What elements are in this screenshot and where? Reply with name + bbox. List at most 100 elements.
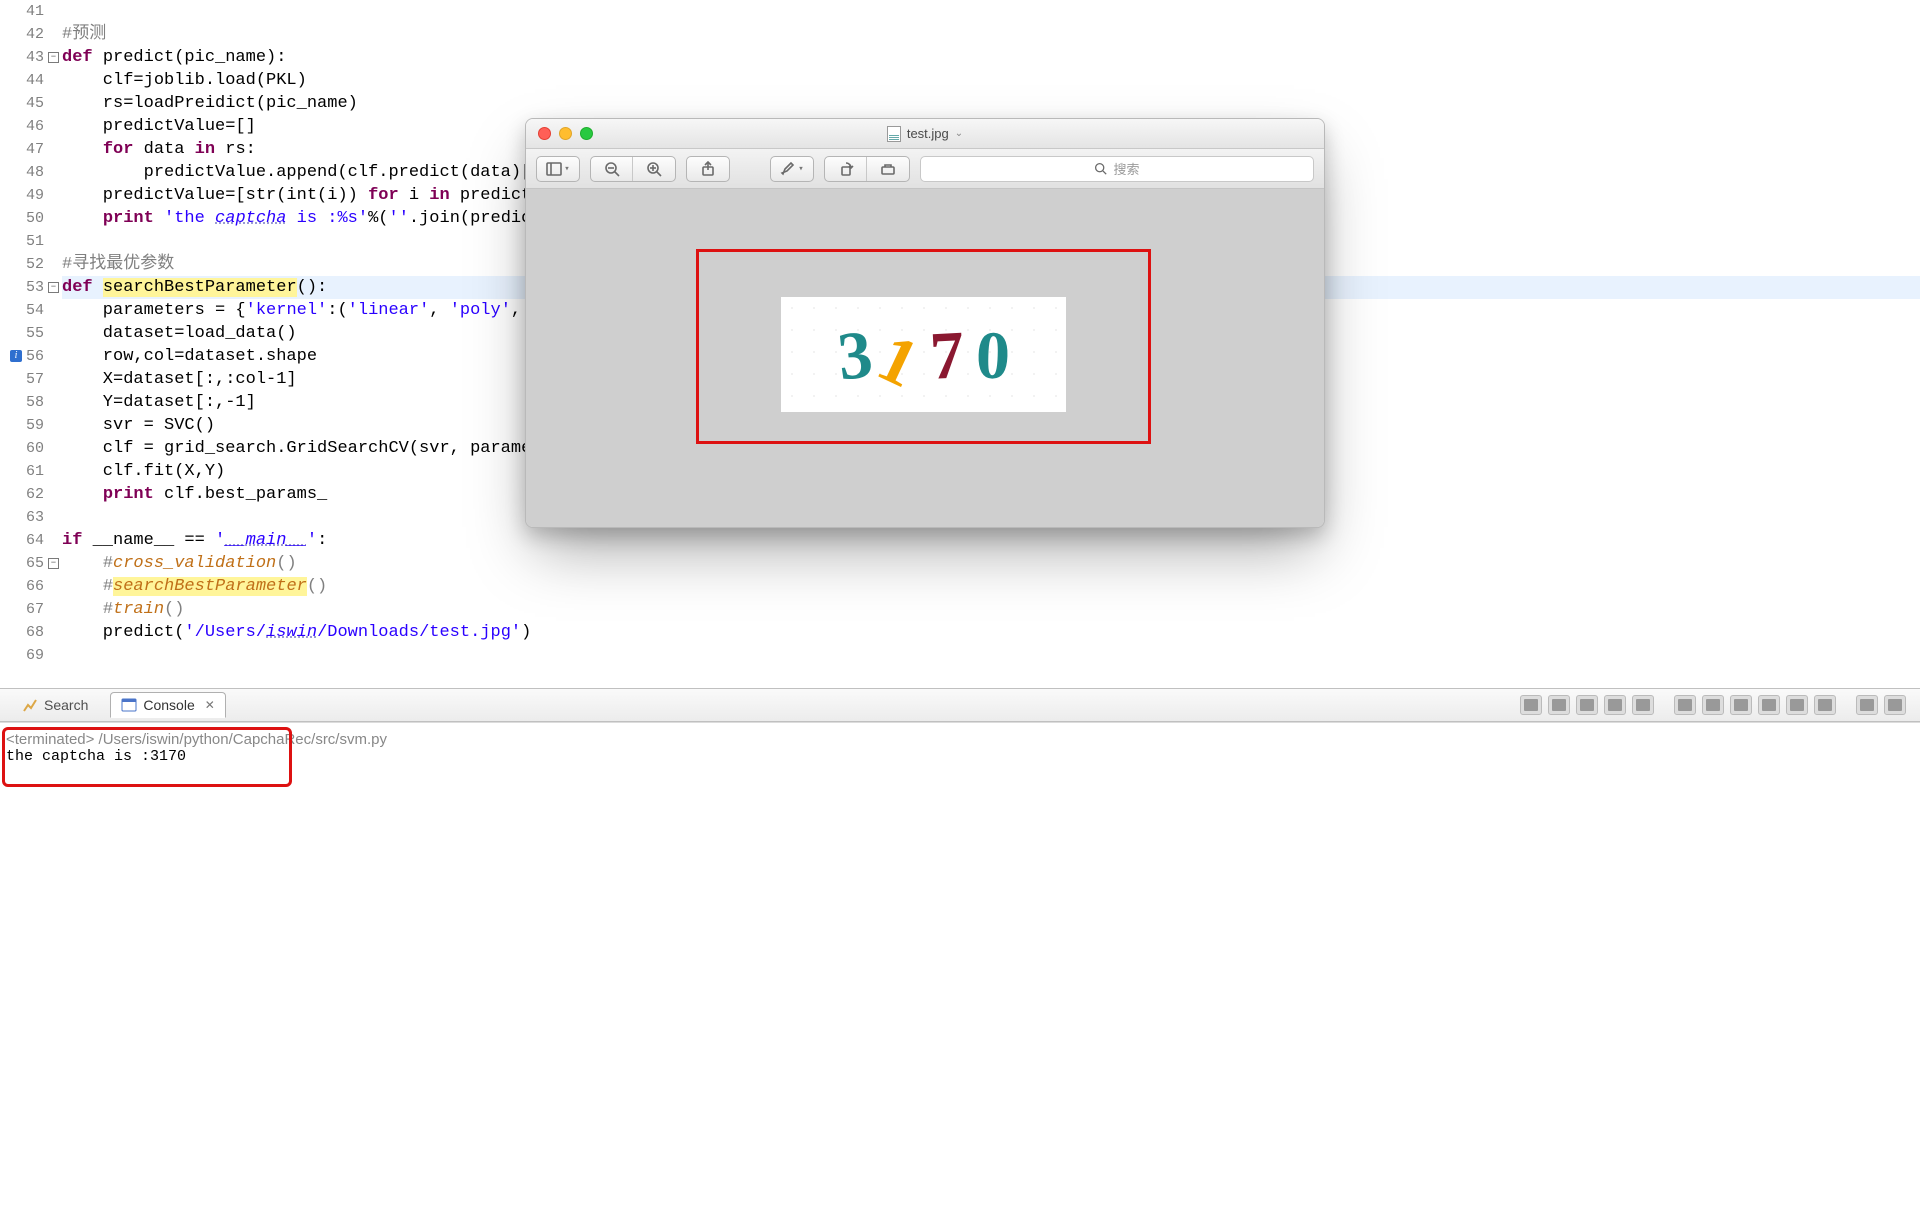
share-button[interactable] [686, 156, 730, 182]
zoom-out-icon [604, 161, 620, 177]
highlight-icon [780, 161, 796, 177]
console-toolbar [1520, 695, 1920, 715]
search-input[interactable]: 搜索 [920, 156, 1314, 182]
zoom-in-icon [646, 161, 662, 177]
scroll-lock-button[interactable] [1674, 695, 1696, 715]
relaunch-button[interactable] [1604, 695, 1626, 715]
code-line[interactable]: #预测 [62, 23, 1920, 46]
line-number: 63 [0, 506, 44, 529]
line-number: 59 [0, 414, 44, 437]
console-terminated-line: <terminated> /Users/iswin/python/CapchaR… [6, 731, 1912, 748]
line-number: 52 [0, 253, 44, 276]
line-number: 45 [0, 92, 44, 115]
maximize-view-button[interactable] [1884, 695, 1906, 715]
sidebar-icon [546, 161, 562, 177]
remove-all-button[interactable] [1576, 695, 1598, 715]
line-number: 42 [0, 23, 44, 46]
line-number: 58 [0, 391, 44, 414]
view-mode-button[interactable]: ▾ [537, 157, 579, 181]
line-number: 49 [0, 184, 44, 207]
markup-toolbar-button[interactable] [867, 157, 909, 181]
show-console-button[interactable] [1786, 695, 1808, 715]
pin-button[interactable] [1702, 695, 1724, 715]
stop-button[interactable] [1520, 695, 1542, 715]
tab-console-label: Console [143, 697, 194, 713]
tab-console[interactable]: Console ✕ [110, 692, 225, 718]
line-number: 57 [0, 368, 44, 391]
line-number: 55 [0, 322, 44, 345]
clear-button[interactable] [1632, 695, 1654, 715]
remove-launch-button[interactable] [1548, 695, 1570, 715]
line-number: 68 [0, 621, 44, 644]
line-number: 66 [0, 575, 44, 598]
rotate-icon [838, 161, 854, 177]
chevron-down-icon: ⌄ [955, 128, 963, 139]
preview-window[interactable]: test.jpg ⌄ ▾ ▾ [525, 118, 1325, 528]
window-title[interactable]: test.jpg ⌄ [526, 126, 1324, 142]
code-line[interactable]: clf=joblib.load(PKL) [62, 69, 1920, 92]
zoom-segment [590, 156, 676, 182]
zoom-out-button[interactable] [591, 157, 633, 181]
console-icon [121, 697, 137, 713]
line-number: 65 [0, 552, 44, 575]
separator [1842, 695, 1850, 715]
line-number: 61 [0, 460, 44, 483]
line-number: 44 [0, 69, 44, 92]
code-line[interactable]: #train() [62, 598, 1920, 621]
code-line[interactable]: rs=loadPreidict(pic_name) [62, 92, 1920, 115]
fold-toggle[interactable]: − [48, 558, 59, 569]
display-button[interactable] [1730, 695, 1752, 715]
line-number: 56 [0, 345, 44, 368]
search-placeholder: 搜索 [1113, 159, 1139, 178]
line-number: 47 [0, 138, 44, 161]
rotate-button[interactable] [825, 157, 867, 181]
preview-canvas[interactable]: 3 1 7 0 [526, 189, 1324, 527]
captcha-image: 3 1 7 0 [781, 297, 1066, 412]
line-number: 51 [0, 230, 44, 253]
markup-segment[interactable]: ▾ [770, 156, 814, 182]
tab-search[interactable]: Search [12, 693, 98, 717]
line-number-gutter: 4142434445464748495051525354555657585960… [0, 0, 48, 667]
chevron-down-icon: ▾ [564, 164, 569, 174]
code-line[interactable]: #searchBestParameter() [62, 575, 1920, 598]
console-output[interactable]: <terminated> /Users/iswin/python/CapchaR… [0, 722, 1920, 1208]
code-line[interactable] [62, 644, 1920, 667]
zoom-in-button[interactable] [633, 157, 675, 181]
chevron-down-icon: ▾ [798, 164, 803, 174]
info-marker-icon[interactable]: i [10, 350, 22, 362]
line-number: 48 [0, 161, 44, 184]
views-tab-bar: Search Console ✕ [0, 688, 1920, 722]
code-line[interactable]: #cross_validation() [62, 552, 1920, 575]
line-number: 53 [0, 276, 44, 299]
fold-toggle[interactable]: − [48, 52, 59, 63]
close-icon[interactable]: ✕ [205, 698, 215, 712]
open-console-button[interactable] [1758, 695, 1780, 715]
fold-toggle[interactable]: − [48, 282, 59, 293]
line-number: 41 [0, 0, 44, 23]
line-number: 50 [0, 207, 44, 230]
share-icon [700, 161, 716, 177]
code-line[interactable] [62, 0, 1920, 23]
code-line[interactable]: if __name__ == '__main__': [62, 529, 1920, 552]
sidebar-view-segment[interactable]: ▾ [536, 156, 580, 182]
line-number: 43 [0, 46, 44, 69]
captcha-char-2: 7 [928, 320, 966, 390]
captcha-char-1: 1 [868, 322, 928, 398]
code-line[interactable]: predict('/Users/iswin/Downloads/test.jpg… [62, 621, 1920, 644]
code-line[interactable]: def predict(pic_name): [62, 46, 1920, 69]
toolbox-icon [880, 161, 896, 177]
minimize-view-button[interactable] [1856, 695, 1878, 715]
highlight-button[interactable]: ▾ [771, 157, 813, 181]
line-number: 46 [0, 115, 44, 138]
line-number: 60 [0, 437, 44, 460]
annotation-highlight-image: 3 1 7 0 [696, 249, 1151, 444]
line-number: 54 [0, 299, 44, 322]
toggle-button[interactable] [1814, 695, 1836, 715]
console-stdout-line: the captcha is :3170 [6, 748, 1912, 765]
search-icon [1094, 162, 1107, 175]
tab-search-label: Search [44, 697, 88, 713]
window-titlebar[interactable]: test.jpg ⌄ [526, 119, 1324, 149]
search-icon [22, 697, 38, 713]
captcha-char-0: 3 [834, 319, 875, 390]
line-number: 64 [0, 529, 44, 552]
